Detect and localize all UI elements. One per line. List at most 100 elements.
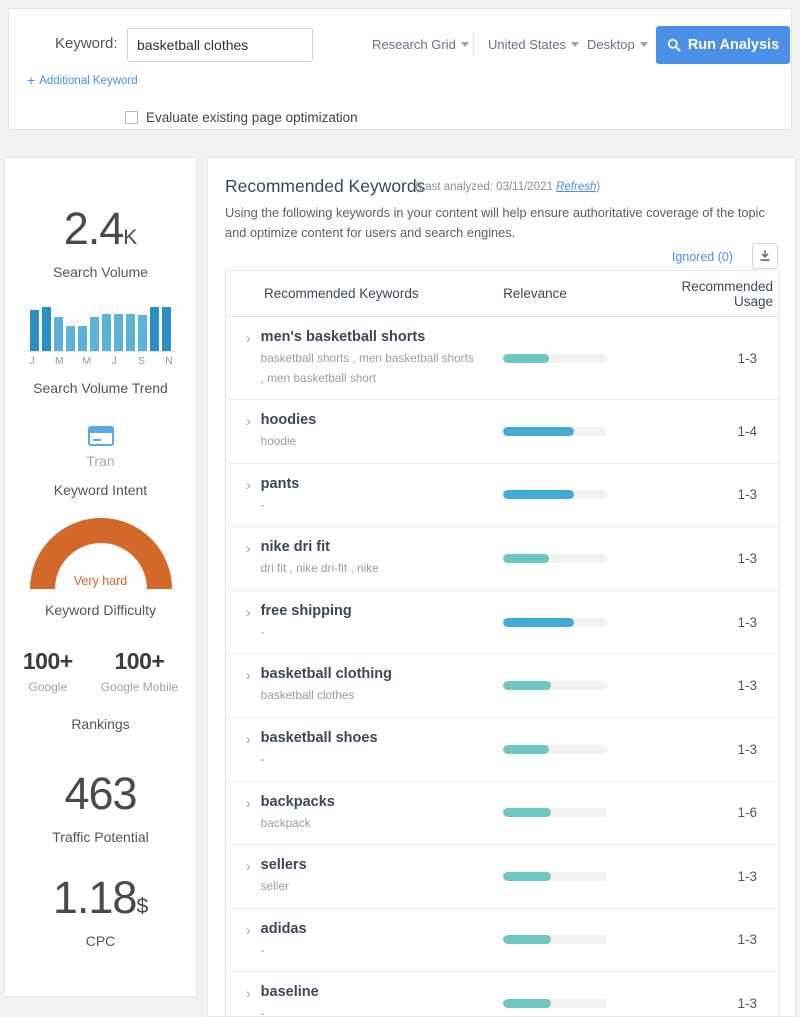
search-volume-value: 2.4K	[5, 206, 196, 251]
page-title: Recommended Keywords	[225, 176, 426, 196]
keyword-variants: -	[260, 1006, 265, 1017]
relevance-cell	[503, 808, 652, 818]
trend-bar	[90, 316, 99, 351]
relevance-bar-fill	[503, 426, 574, 436]
country-dropdown[interactable]: United States	[488, 37, 580, 52]
keyword-variants: -	[260, 624, 265, 639]
table-row[interactable]: › basketball shoes - 1-3	[226, 717, 779, 782]
keyword-text-group: basketball clothing basketball clothes	[261, 665, 392, 706]
cpc-suffix: $	[136, 895, 149, 918]
chevron-right-icon[interactable]: ›	[246, 414, 251, 452]
chevron-right-icon[interactable]: ›	[246, 541, 251, 579]
chevron-right-icon[interactable]: ›	[246, 986, 251, 1016]
chevron-right-icon[interactable]: ›	[246, 732, 251, 770]
recommended-usage-value: 1-3	[737, 741, 757, 757]
keyword-variants: seller	[260, 879, 289, 894]
table-row[interactable]: › basketball clothing basketball clothes 1-…	[226, 654, 779, 718]
rankings-metric: 100+ Google 100+ Google Mobile Rankings	[5, 648, 196, 732]
keyword-name: basketball shoes	[260, 729, 378, 746]
trend-bar	[54, 316, 63, 351]
table-row[interactable]: › baseline - 1-3	[226, 972, 779, 1017]
keyword-intent-metric: Tran Keyword Intent	[5, 426, 196, 498]
table-row[interactable]: › free shipping - 1-3	[226, 590, 779, 655]
keyword-variants: -	[260, 497, 265, 512]
chevron-right-icon[interactable]: ›	[246, 859, 251, 897]
table-row[interactable]: › hoodies hoodie 1-4	[226, 400, 779, 464]
keyword-text-group: men's basketball shorts basketball shorts…	[261, 328, 479, 388]
table-row[interactable]: › backpacks backpack 1-6	[226, 781, 779, 846]
keyword-name: free shipping	[260, 602, 352, 619]
table-row[interactable]: › pants - 1-3	[226, 463, 779, 528]
research-grid-dropdown[interactable]: Research Grid	[372, 37, 469, 52]
trend-tick-label: S	[138, 355, 146, 367]
relevance-bar-track	[503, 871, 608, 881]
trend-bars	[24, 306, 177, 352]
plus-icon: +	[27, 72, 36, 88]
relevance-bar-track	[503, 808, 608, 818]
trend-axis-labels: JMMJSN	[24, 355, 177, 367]
keyword-cell: › backpacks backpack	[226, 782, 503, 845]
trend-bar	[114, 314, 123, 351]
trend-bar	[42, 307, 51, 351]
relevance-bar-fill	[503, 553, 549, 563]
recommended-keywords-panel: Recommended Keywords (Last analyzed: 03/…	[207, 157, 796, 1017]
recommended-usage-value: 1-3	[737, 350, 757, 366]
refresh-link[interactable]: Refresh	[556, 181, 596, 193]
keyword-cell: › pants -	[226, 464, 503, 527]
relevance-bar-track	[503, 935, 608, 945]
chevron-right-icon[interactable]: ›	[246, 331, 251, 388]
recommended-usage-value: 1-6	[737, 805, 757, 821]
evaluate-label: Evaluate existing page optimization	[146, 110, 358, 125]
relevance-bar-fill	[503, 744, 549, 754]
evaluate-checkbox[interactable]	[125, 111, 138, 124]
recommended-usage-value: 1-3	[737, 614, 757, 630]
keyword-text-group: backpacks backpack	[261, 793, 335, 834]
download-button[interactable]	[752, 243, 778, 269]
column-header-keyword: Recommended Keywords	[264, 286, 419, 301]
keyword-metrics-panel: 2.4K Search Volume J M M J S N Search Volume …	[4, 157, 197, 997]
recommended-usage-value: 1-4	[737, 423, 757, 439]
chevron-right-icon[interactable]: ›	[246, 796, 251, 834]
relevance-bar-track	[503, 999, 608, 1009]
evaluate-optimization-row[interactable]: Evaluate existing page optimization	[125, 110, 358, 125]
keyword-text-group: basketball shoes -	[261, 729, 378, 770]
keyword-input[interactable]	[127, 28, 313, 62]
chevron-right-icon[interactable]: ›	[246, 668, 251, 706]
keyword-cell: › basketball clothing basketball clothes	[226, 654, 503, 717]
recommended-usage-value: 1-3	[737, 487, 757, 503]
keyword-text-group: nike dri fit dri fit , nike dri-fit , nik…	[261, 538, 379, 579]
trend-tick-label: J	[111, 355, 117, 367]
device-dropdown[interactable]: Desktop	[587, 37, 648, 52]
keyword-cell: › sellers seller	[226, 845, 503, 908]
chevron-right-icon[interactable]: ›	[246, 478, 251, 516]
table-row[interactable]: › nike dri fit dri fit , nike dri-fit , ni…	[226, 527, 779, 591]
keyword-text-group: baseline -	[260, 983, 319, 1017]
trend-caption: Search Volume Trend	[33, 380, 168, 396]
relevance-cell	[503, 553, 652, 563]
keyword-variants: basketball shorts , men basketball short…	[260, 351, 474, 385]
cpc-metric: 1.18$ CPC	[5, 875, 196, 949]
ignored-link[interactable]: Ignored (0)	[672, 250, 733, 264]
difficulty-label: Very hard	[73, 574, 128, 588]
relevance-cell	[503, 999, 652, 1009]
relevance-cell	[503, 353, 652, 363]
keyword-label: Keyword:	[55, 35, 118, 52]
table-row[interactable]: › men's basketball shorts basketball short…	[226, 317, 779, 401]
relevance-cell	[503, 871, 652, 881]
table-row[interactable]: › sellers seller 1-3	[226, 845, 779, 909]
ranking-google-mobile-value: 100+	[114, 648, 165, 674]
traffic-potential-caption: Traffic Potential	[52, 829, 149, 845]
device-label: Desktop	[587, 37, 635, 52]
keyword-variants: basketball clothes	[260, 688, 355, 703]
chevron-right-icon[interactable]: ›	[246, 923, 251, 961]
trend-bar	[66, 325, 75, 351]
keyword-cell: › baseline -	[226, 972, 503, 1017]
relevance-bar-fill	[503, 353, 549, 363]
keyword-text-group: pants -	[261, 475, 300, 516]
keyword-text-group: hoodies hoodie	[261, 411, 317, 452]
additional-keyword-link[interactable]: + Additional Keyword	[27, 72, 138, 88]
column-header-relevance: Relevance	[503, 286, 567, 301]
chevron-right-icon[interactable]: ›	[246, 605, 251, 643]
table-row[interactable]: › adidas - 1-3	[226, 908, 779, 973]
run-analysis-button[interactable]: Run Analysis	[656, 26, 790, 64]
